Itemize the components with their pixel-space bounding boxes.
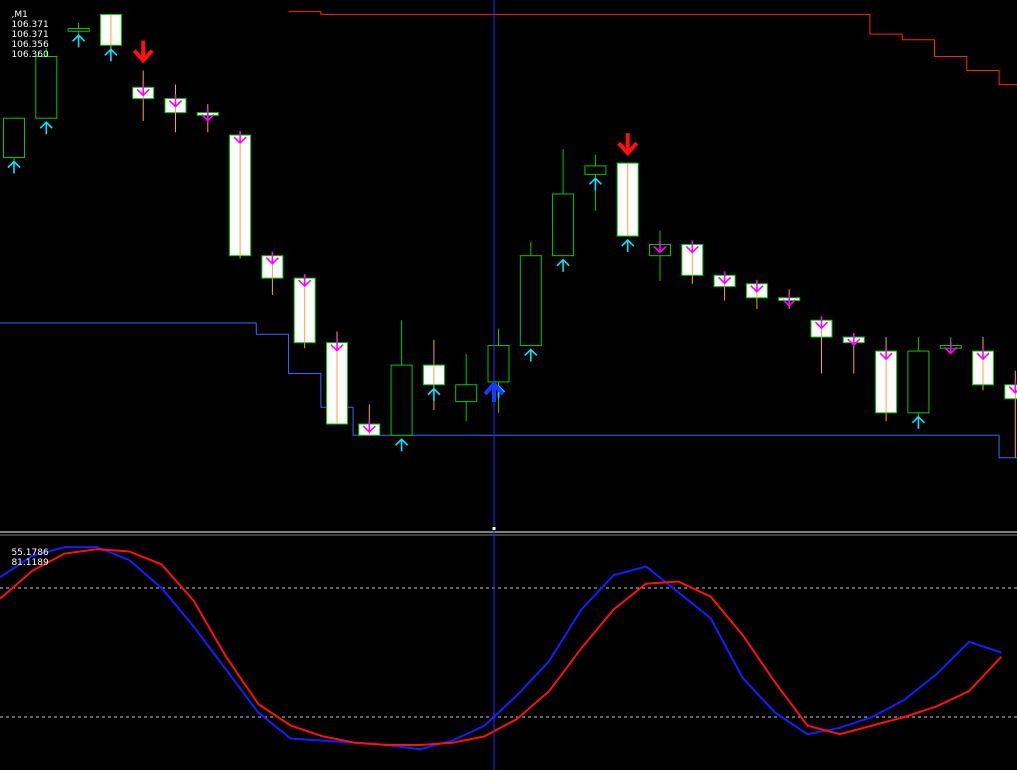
buy-signal-arrow xyxy=(556,258,570,272)
candle-body xyxy=(455,384,478,403)
buy-signal-arrow xyxy=(427,387,441,401)
candle-body xyxy=(3,117,25,158)
price-chart[interactable] xyxy=(0,0,1017,770)
upper-channel-line xyxy=(288,11,1017,86)
buy-signal-arrow xyxy=(104,48,118,62)
header-symbol: ,M1 xyxy=(11,10,28,20)
header-high: 106.371 xyxy=(11,30,49,40)
main-chart-header: ,M1 106.371 106.371 106.356 106.360 xyxy=(0,0,49,70)
candle-body xyxy=(584,165,607,175)
buy-signal-arrow xyxy=(524,348,538,362)
candle-body xyxy=(67,27,90,32)
candle-body xyxy=(907,350,930,414)
candle-body xyxy=(519,255,542,346)
header-low: 106.356 xyxy=(11,40,49,50)
buy-signal-arrow xyxy=(72,34,86,48)
buy-signal-arrow xyxy=(7,160,21,174)
header-open: 106.371 xyxy=(11,20,49,30)
stoch-main-line xyxy=(0,546,1002,751)
buy-signal-arrow xyxy=(588,177,602,191)
candle-body xyxy=(552,193,575,257)
osc-main-value: 55.1786 xyxy=(11,548,49,558)
buy-signal-arrow xyxy=(39,121,53,135)
oscillator-header: 55.1786 81.1189 xyxy=(0,538,49,578)
header-close: 106.360 xyxy=(11,50,49,60)
crosshair-marker xyxy=(492,527,496,530)
buy-signal-arrow xyxy=(911,415,925,429)
lower-channel-line xyxy=(0,322,1017,459)
buy-signal-arrow xyxy=(395,438,409,452)
buy-signal-arrow xyxy=(621,238,635,253)
candle-body xyxy=(390,364,413,436)
osc-signal-value: 81.1189 xyxy=(11,558,49,568)
chart-terminal[interactable]: ,M1 106.371 106.371 106.356 106.360 55.1… xyxy=(0,0,1017,770)
candle-body xyxy=(487,344,510,383)
